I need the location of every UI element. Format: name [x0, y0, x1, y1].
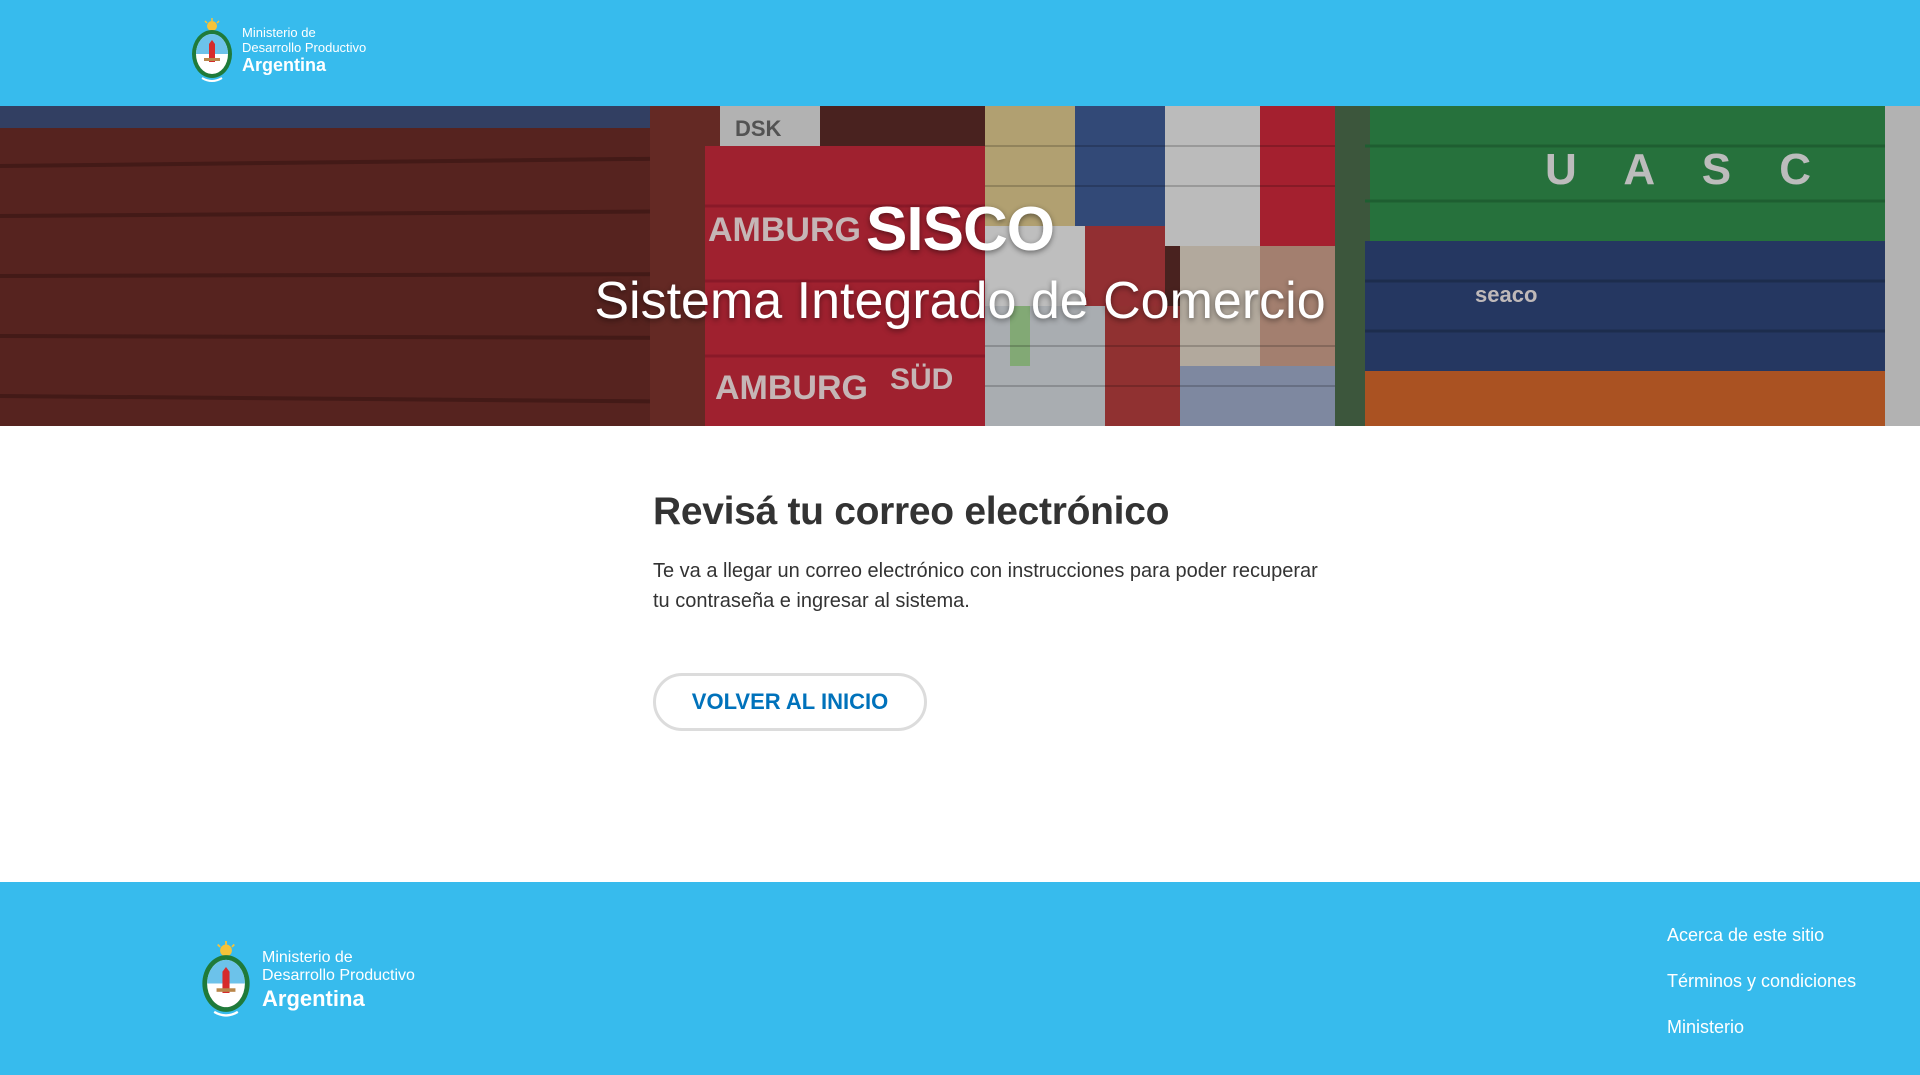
footer-link-ministry[interactable]: Ministerio [1667, 1016, 1856, 1062]
footer-logo-country: Argentina [262, 985, 365, 1011]
hero-banner: DSK AMBURG AMBURG SÜD U A S C seaco SISC… [0, 106, 1920, 426]
hero-overlay [0, 106, 1920, 426]
footer-link-terms[interactable]: Términos y condiciones [1667, 970, 1856, 1016]
hero-title: SISCO [866, 195, 1055, 264]
back-to-home-button[interactable]: VOLVER AL INICIO [653, 673, 927, 731]
hero-subtitle: Sistema Integrado de Comercio [594, 272, 1326, 330]
footer-links: Acerca de este sitio Términos y condicio… [1667, 924, 1856, 1062]
coat-of-arms-icon [192, 18, 232, 82]
instructions-text: Te va a llegar un correo electrónico con… [653, 560, 1318, 612]
ministry-logo[interactable]: Ministerio de Desarrollo Productivo Arge… [190, 18, 366, 84]
footer-ministry-logo[interactable]: Ministerio de Desarrollo Productivo Arge… [200, 941, 415, 1019]
coat-of-arms-icon [202, 941, 250, 1017]
footer-link-about[interactable]: Acerca de este sitio [1667, 924, 1856, 970]
logo-line-2: Desarrollo Productivo [242, 39, 367, 55]
page-title: Revisá tu correo electrónico [653, 490, 1170, 533]
main-content: Revisá tu correo electrónico Te va a lle… [653, 490, 1353, 731]
footer-logo-line-1: Ministerio de [262, 949, 353, 967]
top-header: Ministerio de Desarrollo Productivo Arge… [0, 0, 1920, 106]
logo-country: Argentina [242, 54, 327, 75]
logo-line-1: Ministerio de [242, 25, 316, 41]
footer-logo-line-2: Desarrollo Productivo [262, 966, 415, 984]
